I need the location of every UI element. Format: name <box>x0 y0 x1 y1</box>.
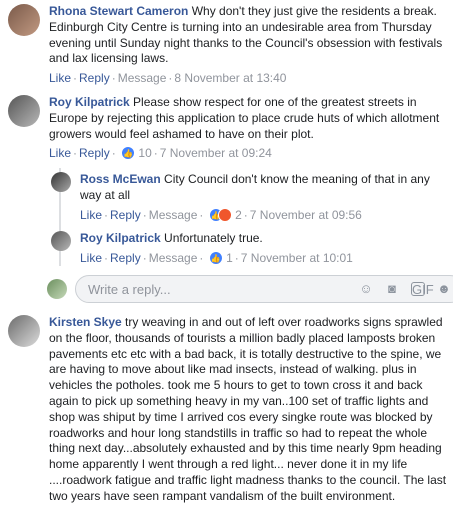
comment-author[interactable]: Ross McEwan <box>80 172 161 186</box>
reply-link[interactable]: Reply <box>79 71 110 85</box>
reply-roy: Roy Kilpatrick Unfortunately true. Like ·… <box>51 231 440 266</box>
angry-reaction-icon[interactable] <box>217 207 232 222</box>
avatar[interactable] <box>8 315 40 347</box>
reply-composer: Write a reply... ☺ ◙ GIF ☻ <box>47 275 453 303</box>
reply-input-placeholder[interactable]: Write a reply... <box>88 282 359 297</box>
reply-input[interactable]: Write a reply... ☺ ◙ GIF ☻ <box>75 275 453 303</box>
reaction-count[interactable]: 10 <box>138 146 151 160</box>
message-link[interactable]: Message <box>149 251 198 265</box>
like-link[interactable]: Like <box>49 146 71 160</box>
comment-kirsten: Kirsten Skye try weaving in and out of l… <box>8 315 453 505</box>
reply-link[interactable]: Reply <box>79 146 110 160</box>
reply-link[interactable]: Reply <box>110 251 141 265</box>
comment-author[interactable]: Kirsten Skye <box>49 315 122 329</box>
comment-author[interactable]: Roy Kilpatrick <box>80 231 161 245</box>
comment-author[interactable]: Rhona Stewart Cameron <box>49 4 188 18</box>
timestamp[interactable]: 7 November at 09:56 <box>250 208 362 222</box>
message-link[interactable]: Message <box>149 208 198 222</box>
timestamp[interactable]: 7 November at 10:01 <box>241 251 353 265</box>
reply-link[interactable]: Reply <box>110 208 141 222</box>
comment-actions: Like·Reply· 10·7 November at 09:24 <box>49 146 449 161</box>
comment-actions: Like·Reply·Message· 1·7 November at 10:0… <box>80 250 440 266</box>
comment-text: Unfortunately true. <box>164 231 263 245</box>
reply-ross: Ross McEwan City Council don't know the … <box>51 172 440 223</box>
timestamp[interactable]: 8 November at 13:40 <box>174 71 286 85</box>
avatar <box>47 279 67 299</box>
sticker-icon[interactable]: ☻ <box>437 282 451 296</box>
timestamp[interactable]: 7 November at 09:24 <box>160 146 272 160</box>
like-link[interactable]: Like <box>49 71 71 85</box>
like-link[interactable]: Like <box>80 208 102 222</box>
smiley-icon[interactable]: ☺ <box>359 282 373 296</box>
camera-icon[interactable]: ◙ <box>385 282 399 296</box>
avatar[interactable] <box>51 172 71 192</box>
avatar[interactable] <box>8 95 40 127</box>
like-reaction-icon[interactable] <box>121 146 136 161</box>
reaction-count[interactable]: 2 <box>235 208 242 222</box>
comment-roy: Roy Kilpatrick Please show respect for o… <box>8 95 449 161</box>
gif-icon[interactable]: GIF <box>411 282 434 297</box>
comment-rhona: Rhona Stewart Cameron Why don't they jus… <box>8 4 449 86</box>
like-link[interactable]: Like <box>80 251 102 265</box>
message-link[interactable]: Message <box>118 71 167 85</box>
like-reaction-icon[interactable] <box>208 250 223 266</box>
comment-author[interactable]: Roy Kilpatrick <box>49 95 130 109</box>
avatar[interactable] <box>8 4 40 36</box>
comment-actions: Like·Reply·Message· 2·7 November at 09:5… <box>80 207 440 223</box>
comment-actions: Like · Reply · Message · 8 November at 13:40 <box>49 71 287 86</box>
avatar[interactable] <box>51 231 71 251</box>
reaction-count[interactable]: 1 <box>226 251 233 265</box>
comment-text: try weaving in and out of left over road… <box>49 315 447 503</box>
